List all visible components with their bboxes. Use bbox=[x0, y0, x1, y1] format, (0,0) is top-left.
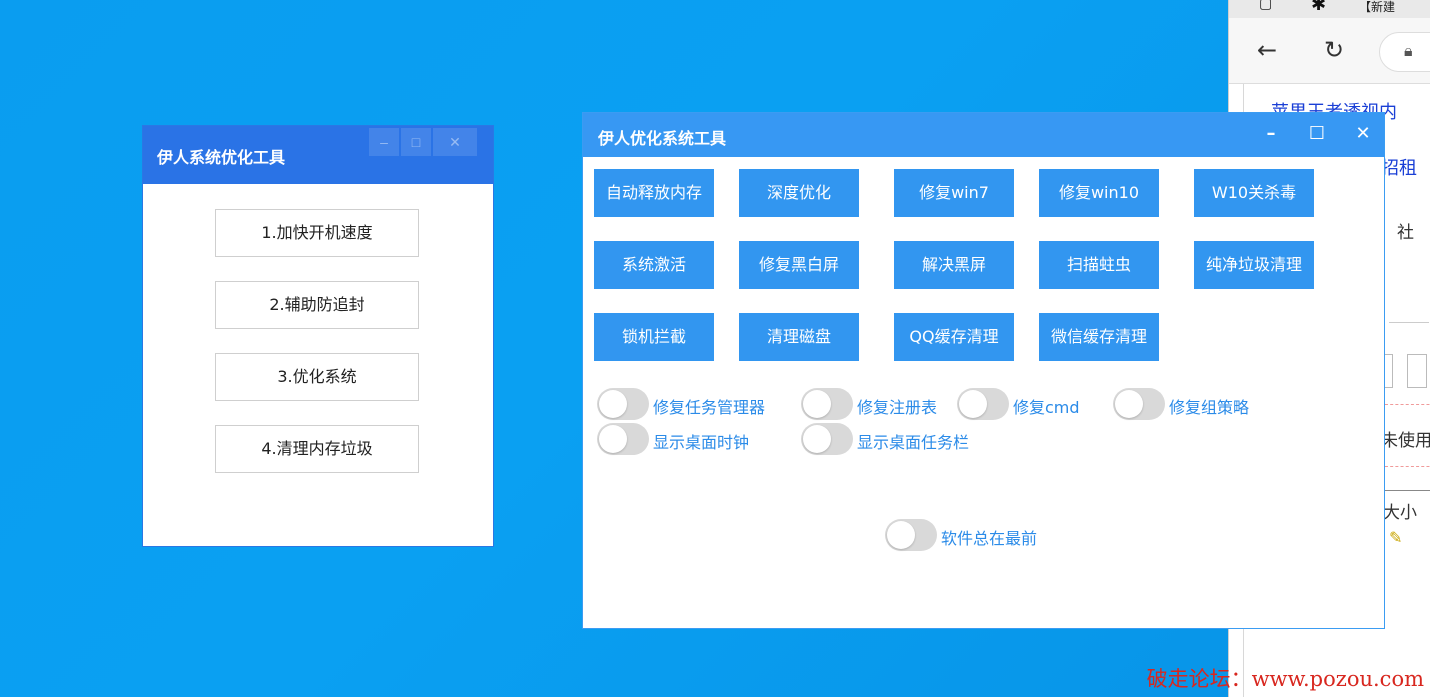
scan-worms-button[interactable]: 扫描蛀虫 bbox=[1039, 241, 1159, 289]
toggle-knob bbox=[599, 390, 627, 418]
main-minimize-button[interactable]: – bbox=[1255, 119, 1287, 149]
pure-junk-clean-button[interactable]: 纯净垃圾清理 bbox=[1194, 241, 1314, 289]
wechat-cache-clean-button[interactable]: 微信缓存清理 bbox=[1039, 313, 1159, 361]
anti-ban-button[interactable]: 2.辅助防追封 bbox=[215, 281, 419, 329]
w10-disable-antivirus-button[interactable]: W10关杀毒 bbox=[1194, 169, 1314, 217]
toggle-knob bbox=[887, 521, 915, 549]
forum-watermark: 破走论坛：www.pozou.com bbox=[1146, 667, 1424, 691]
optimize-system-button[interactable]: 3.优化系统 bbox=[215, 353, 419, 401]
system-activation-button[interactable]: 系统激活 bbox=[594, 241, 714, 289]
browser-link-2[interactable]: 招租 bbox=[1381, 154, 1417, 180]
repair-win7-button[interactable]: 修复win7 bbox=[894, 169, 1014, 217]
lock-icon: 🔒︎ bbox=[1404, 41, 1413, 60]
toggle-label: 显示桌面时钟 bbox=[653, 433, 750, 452]
lock-intercept-button[interactable]: 锁机拦截 bbox=[594, 313, 714, 361]
small-close-button[interactable]: ✕ bbox=[433, 128, 477, 156]
auto-release-memory-button[interactable]: 自动释放内存 bbox=[594, 169, 714, 217]
small-minimize-button[interactable]: – bbox=[369, 128, 399, 156]
toggle-label: 显示桌面任务栏 bbox=[857, 433, 970, 452]
main-maximize-button[interactable]: ☐ bbox=[1301, 119, 1333, 149]
main-window-titlebar[interactable]: 伊人优化系统工具 – ☐ ✕ bbox=[583, 113, 1384, 157]
toggle-knob bbox=[1115, 390, 1143, 418]
toggle-label: 修复任务管理器 bbox=[653, 398, 766, 417]
browser-box-2 bbox=[1407, 354, 1427, 388]
reload-icon[interactable]: ↻ bbox=[1324, 36, 1344, 64]
main-close-button[interactable]: ✕ bbox=[1347, 119, 1379, 149]
main-window-title: 伊人优化系统工具 bbox=[598, 129, 727, 148]
browser-rule-2 bbox=[1381, 490, 1430, 491]
toggle-label: 软件总在最前 bbox=[941, 529, 1038, 548]
toggle-label: 修复注册表 bbox=[857, 398, 938, 417]
browser-nav-text[interactable]: 社 bbox=[1397, 218, 1414, 243]
browser-rule bbox=[1389, 322, 1429, 323]
toggle-label: 修复组策略 bbox=[1169, 398, 1250, 417]
back-arrow-icon[interactable]: ← bbox=[1257, 36, 1277, 64]
tab-actions-icon[interactable]: ▢ bbox=[1259, 0, 1272, 12]
browser-dash-1 bbox=[1385, 404, 1430, 405]
browser-tab-title[interactable]: 【新建 bbox=[1359, 0, 1395, 15]
main-optimizer-window: 伊人优化系统工具 – ☐ ✕ 自动释放内存 深度优化 修复win7 修复win1… bbox=[582, 112, 1385, 629]
deep-optimize-button[interactable]: 深度优化 bbox=[739, 169, 859, 217]
browser-dash-2 bbox=[1385, 466, 1430, 467]
clean-memory-button[interactable]: 4.清理内存垃圾 bbox=[215, 425, 419, 473]
toggle-knob bbox=[803, 425, 831, 453]
browser-tabstrip: ▢ ✱ 【新建 bbox=[1229, 0, 1430, 18]
small-maximize-button[interactable]: □ bbox=[401, 128, 431, 156]
tab-favicon-icon: ✱ bbox=[1311, 0, 1327, 15]
address-bar[interactable]: 🔒︎ bbox=[1379, 32, 1430, 72]
small-optimizer-window: 伊人系统优化工具 – □ ✕ 1.加快开机速度 2.辅助防追封 3.优化系统 4… bbox=[142, 125, 494, 547]
toggle-label: 修复cmd bbox=[1013, 398, 1080, 417]
small-window-title: 伊人系统优化工具 bbox=[157, 148, 286, 167]
repair-black-white-screen-button[interactable]: 修复黑白屏 bbox=[739, 241, 859, 289]
speed-up-boot-button[interactable]: 1.加快开机速度 bbox=[215, 209, 419, 257]
toggle-knob bbox=[803, 390, 831, 418]
browser-toolbar: ← ↻ 🔒︎ bbox=[1229, 18, 1430, 84]
browser-text-size: 大小 bbox=[1383, 503, 1417, 523]
browser-text-unused: 未使用 bbox=[1381, 431, 1430, 451]
fix-black-screen-button[interactable]: 解决黑屏 bbox=[894, 241, 1014, 289]
repair-win10-button[interactable]: 修复win10 bbox=[1039, 169, 1159, 217]
clean-disk-button[interactable]: 清理磁盘 bbox=[739, 313, 859, 361]
spellcheck-icon[interactable]: ✎ bbox=[1389, 528, 1402, 547]
qq-cache-clean-button[interactable]: QQ缓存清理 bbox=[894, 313, 1014, 361]
toggle-knob bbox=[959, 390, 987, 418]
toggle-knob bbox=[599, 425, 627, 453]
small-window-titlebar[interactable]: 伊人系统优化工具 – □ ✕ bbox=[143, 126, 493, 184]
